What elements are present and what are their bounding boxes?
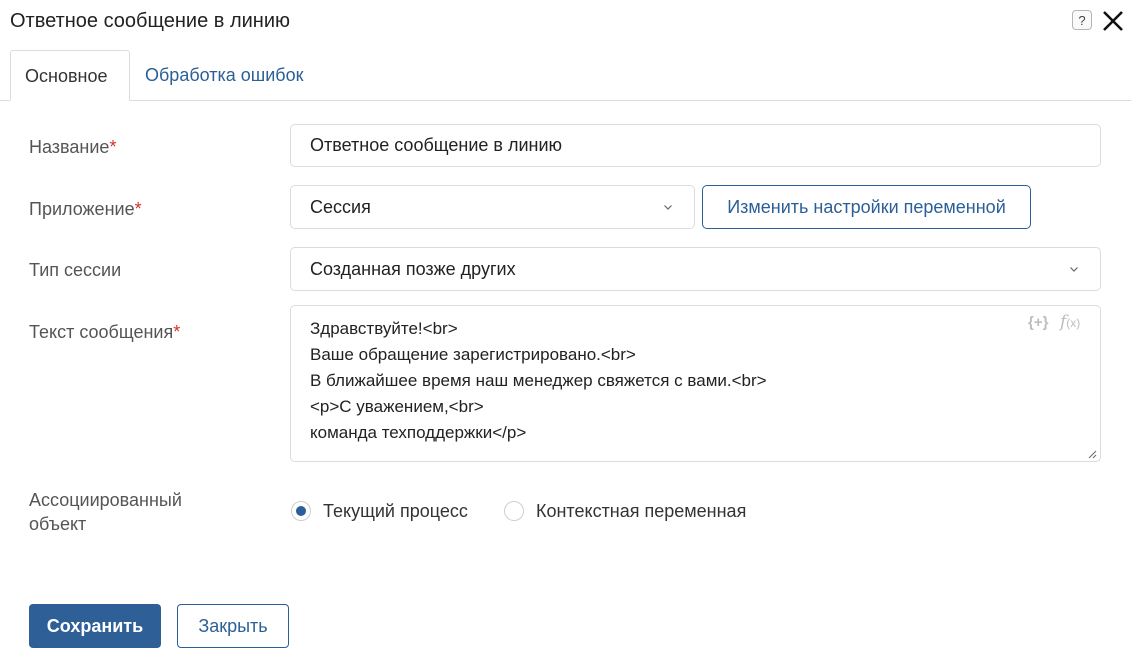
save-button[interactable]: Сохранить <box>29 604 161 648</box>
message-line: команда техподдержки</p> <box>310 423 527 442</box>
name-input[interactable]: Ответное сообщение в линию <box>290 124 1101 167</box>
message-label-text: Текст сообщения <box>29 322 174 342</box>
name-label: Название* <box>29 135 116 159</box>
tab-main[interactable]: Основное <box>10 50 130 101</box>
close-button[interactable]: Закрыть <box>177 604 289 648</box>
required-mark: * <box>173 322 181 342</box>
radio-current-process[interactable] <box>291 501 311 521</box>
assoc-label-line1: Ассоциированный <box>29 490 182 510</box>
app-select[interactable]: Сессия <box>290 185 695 229</box>
radio-current-process-label[interactable]: Текущий процесс <box>323 499 468 523</box>
session-type-label: Тип сессии <box>29 260 122 280</box>
app-label: Приложение* <box>29 197 142 221</box>
message-label: Текст сообщения* <box>29 320 180 344</box>
message-line: Ваше обращение зарегистрировано.<br> <box>310 345 636 364</box>
required-mark: * <box>134 199 142 219</box>
insert-variable-icon[interactable]: {+} <box>1028 314 1048 331</box>
function-icon[interactable]: f(x) <box>1060 312 1080 332</box>
chevron-down-icon <box>664 205 672 210</box>
radio-context-variable-label[interactable]: Контекстная переменная <box>536 499 746 523</box>
change-variable-settings-button[interactable]: Изменить настройки переменной <box>702 185 1031 229</box>
resize-handle-icon[interactable] <box>1088 450 1097 459</box>
close-icon[interactable] <box>1100 8 1126 34</box>
message-textarea[interactable]: Здравствуйте!<br> Ваше обращение зарегис… <box>290 305 1101 462</box>
app-select-value: Сессия <box>310 197 371 217</box>
tab-bar: Основное Обработка ошибок <box>0 50 1131 101</box>
session-type-value: Созданная позже других <box>310 259 516 279</box>
message-line: <p>С уважением,<br> <box>310 397 484 416</box>
app-label-text: Приложение <box>29 199 135 219</box>
function-suffix: (x) <box>1066 316 1081 330</box>
help-icon[interactable]: ? <box>1072 10 1092 30</box>
help-glyph: ? <box>1078 12 1086 28</box>
required-mark: * <box>109 137 117 157</box>
chevron-down-icon <box>1070 267 1078 272</box>
message-line: Здравствуйте!<br> <box>310 319 458 338</box>
assoc-label-line2: объект <box>29 514 87 534</box>
message-line: В ближайшее время наш менеджер свяжется … <box>310 371 767 390</box>
tab-error-handling[interactable]: Обработка ошибок <box>131 50 317 100</box>
name-label-text: Название <box>29 137 110 157</box>
assoc-label: Ассоциированный объект <box>29 488 182 536</box>
radio-context-variable[interactable] <box>504 501 524 521</box>
dialog-title: Ответное сообщение в линию <box>10 10 290 32</box>
session-type-select[interactable]: Созданная позже других <box>290 247 1101 291</box>
